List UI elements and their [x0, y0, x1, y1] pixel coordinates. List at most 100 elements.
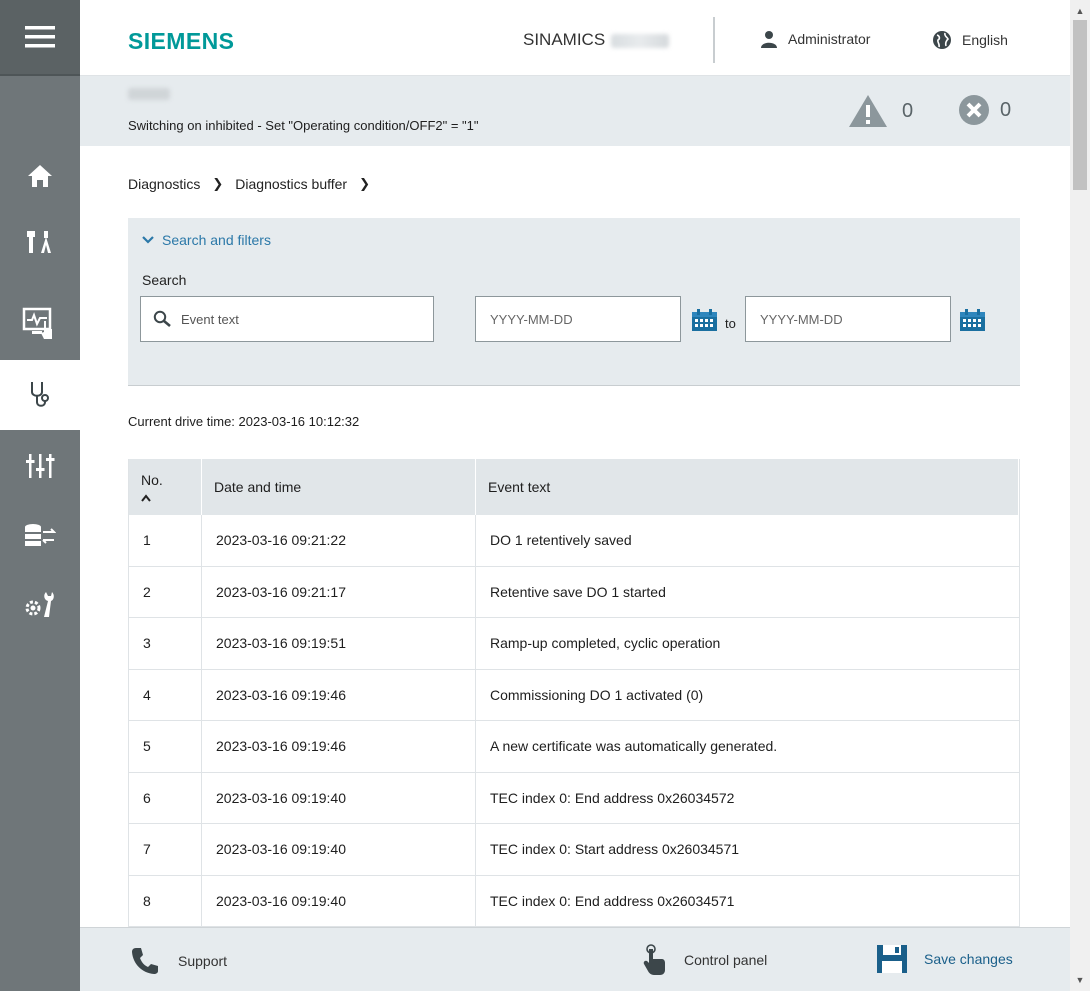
home-icon	[28, 165, 52, 187]
table-row[interactable]: 2 2023-03-16 09:21:17 Retentive save DO 1 …	[129, 566, 1019, 618]
chevron-right-icon: ❯	[212, 176, 224, 191]
warnings-indicator[interactable]: 0	[848, 94, 913, 128]
scroll-up-arrow-icon[interactable]: ▲	[1070, 2, 1090, 20]
cell-no: 4	[129, 669, 202, 720]
table-row[interactable]: 8 2023-03-16 09:19:40 TEC index 0: End add…	[129, 875, 1019, 927]
table-row[interactable]: 6 2023-03-16 09:19:40 TEC index 0: End add…	[129, 772, 1019, 824]
warning-icon	[849, 95, 887, 127]
nav-backup[interactable]	[0, 506, 80, 566]
table-header: No. Date and time Event text	[129, 459, 1019, 515]
phone-icon	[132, 948, 158, 974]
cell-event-text: Commissioning DO 1 activated (0)	[490, 686, 704, 703]
redacted-model	[611, 33, 670, 48]
cell-date-time: 2023-03-16 09:19:40	[202, 824, 476, 875]
product-label: SINAMICS	[523, 30, 606, 49]
save-icon	[877, 945, 907, 973]
table-row[interactable]: 1 2023-03-16 09:21:22 DO 1 retentively sav…	[129, 515, 1019, 567]
user-menu[interactable]: Administrator	[760, 30, 870, 48]
calendar-from-icon[interactable]	[691, 308, 718, 332]
search-filters-label: Search and filters	[162, 232, 271, 248]
globe-icon	[933, 31, 951, 49]
date-to-input[interactable]: YYYY-MM-DD	[745, 296, 951, 342]
calendar-to-icon[interactable]	[959, 308, 986, 332]
cell-date-time: 2023-03-16 09:19:46	[202, 721, 476, 772]
header: SIEMENS SINAMICS Administrator English	[80, 0, 1070, 76]
tools-icon	[27, 231, 51, 253]
table-row[interactable]: 7 2023-03-16 09:19:40 TEC index 0: Start a…	[129, 824, 1019, 876]
save-changes-button[interactable]: Save changes	[876, 944, 1013, 974]
menu-button[interactable]	[0, 0, 80, 76]
cell-no: 3	[129, 618, 202, 669]
support-label: Support	[178, 953, 228, 969]
cell-no: 2	[129, 566, 202, 617]
cell-date-time: 2023-03-16 09:19:51	[202, 618, 476, 669]
cell-event-text: Retentive save DO 1 started	[490, 583, 666, 600]
current-drive-time: Current drive time: 2023-03-16 10:12:32	[128, 414, 360, 429]
date-to-placeholder: YYYY-MM-DD	[760, 311, 843, 327]
cell-event-text: TEC index 0: End address 0x26034571	[490, 892, 735, 909]
nav-parameters[interactable]	[0, 436, 80, 496]
save-changes-label: Save changes	[924, 951, 1013, 967]
cell-event-text: DO 1 retentively saved	[490, 532, 632, 549]
header-divider	[713, 17, 715, 63]
cell-event-text: Ramp-up completed, cyclic operation	[490, 635, 721, 652]
column-header-event[interactable]: Event text	[476, 459, 1019, 515]
breadcrumb: Diagnostics ❯ Diagnostics buffer ❯	[128, 176, 370, 192]
errors-indicator[interactable]: 0	[958, 94, 1011, 126]
date-from-input[interactable]: YYYY-MM-DD	[475, 296, 681, 342]
footer: Support Control panel Save changes	[80, 927, 1070, 991]
cell-no: 6	[129, 772, 202, 823]
breadcrumb-diagnostics[interactable]: Diagnostics	[128, 176, 200, 192]
cell-date-time: 2023-03-16 09:21:17	[202, 566, 476, 617]
cell-no: 5	[129, 721, 202, 772]
table-row[interactable]: 3 2023-03-16 09:19:51 Ramp-up completed, c…	[129, 618, 1019, 670]
breadcrumb-diagnostics-buffer[interactable]: Diagnostics buffer	[235, 176, 347, 192]
date-range-to-label: to	[725, 316, 736, 331]
monitor-touch-icon	[22, 307, 52, 339]
sort-ascending-icon	[141, 494, 151, 502]
column-header-no-label: No.	[141, 472, 163, 488]
errors-count: 0	[1000, 98, 1012, 121]
scroll-thumb[interactable]	[1073, 20, 1087, 190]
vertical-scrollbar[interactable]: ▲ ▼	[1070, 0, 1090, 991]
column-header-date[interactable]: Date and time	[202, 459, 476, 515]
nav-system[interactable]	[0, 574, 80, 634]
cell-date-time: 2023-03-16 09:19:46	[202, 669, 476, 720]
control-panel-label: Control panel	[684, 952, 768, 968]
hamburger-icon	[25, 26, 55, 48]
nav-monitor[interactable]	[0, 294, 80, 354]
column-header-no[interactable]: No.	[129, 459, 202, 515]
warnings-count: 0	[902, 99, 914, 122]
nav-home[interactable]	[0, 146, 80, 206]
user-name: Administrator	[788, 31, 871, 47]
sidebar	[0, 0, 80, 991]
error-icon	[959, 95, 989, 125]
database-transfer-icon	[25, 524, 56, 546]
search-input[interactable]: Event text	[140, 296, 434, 342]
table-row[interactable]: 4 2023-03-16 09:19:46 Commissioning DO 1 a…	[129, 669, 1019, 721]
nav-diagnostics[interactable]	[0, 360, 80, 430]
cell-no: 8	[129, 875, 202, 926]
gear-wrench-icon	[25, 592, 54, 617]
sliders-icon	[26, 454, 55, 478]
nav-tools[interactable]	[0, 212, 80, 272]
diagnostics-buffer-table: No. Date and time Event text 1 2023-03-16…	[128, 459, 1020, 927]
status-message: Switching on inhibited - Set "Operating …	[128, 118, 479, 133]
table-row[interactable]: 5 2023-03-16 09:19:46 A new certificate wa…	[129, 721, 1019, 773]
siemens-logo: SIEMENS	[128, 28, 235, 54]
user-icon	[761, 31, 777, 48]
search-placeholder: Event text	[181, 311, 239, 327]
cell-date-time: 2023-03-16 09:21:22	[202, 515, 476, 566]
scroll-down-arrow-icon[interactable]: ▼	[1070, 971, 1090, 989]
cell-no: 7	[129, 824, 202, 875]
control-panel-button[interactable]: Control panel	[642, 944, 767, 976]
cell-date-time: 2023-03-16 09:19:40	[202, 875, 476, 926]
search-icon	[153, 310, 171, 327]
status-bar: Switching on inhibited - Set "Operating …	[80, 76, 1070, 146]
cell-event-text: TEC index 0: End address 0x26034572	[490, 789, 735, 806]
support-button[interactable]: Support	[130, 946, 227, 976]
language-selector[interactable]: English	[932, 30, 1008, 50]
search-filters-toggle[interactable]: Search and filters	[142, 232, 271, 248]
stethoscope-icon	[31, 382, 49, 407]
cell-event-text: A new certificate was automatically gene…	[490, 738, 778, 755]
